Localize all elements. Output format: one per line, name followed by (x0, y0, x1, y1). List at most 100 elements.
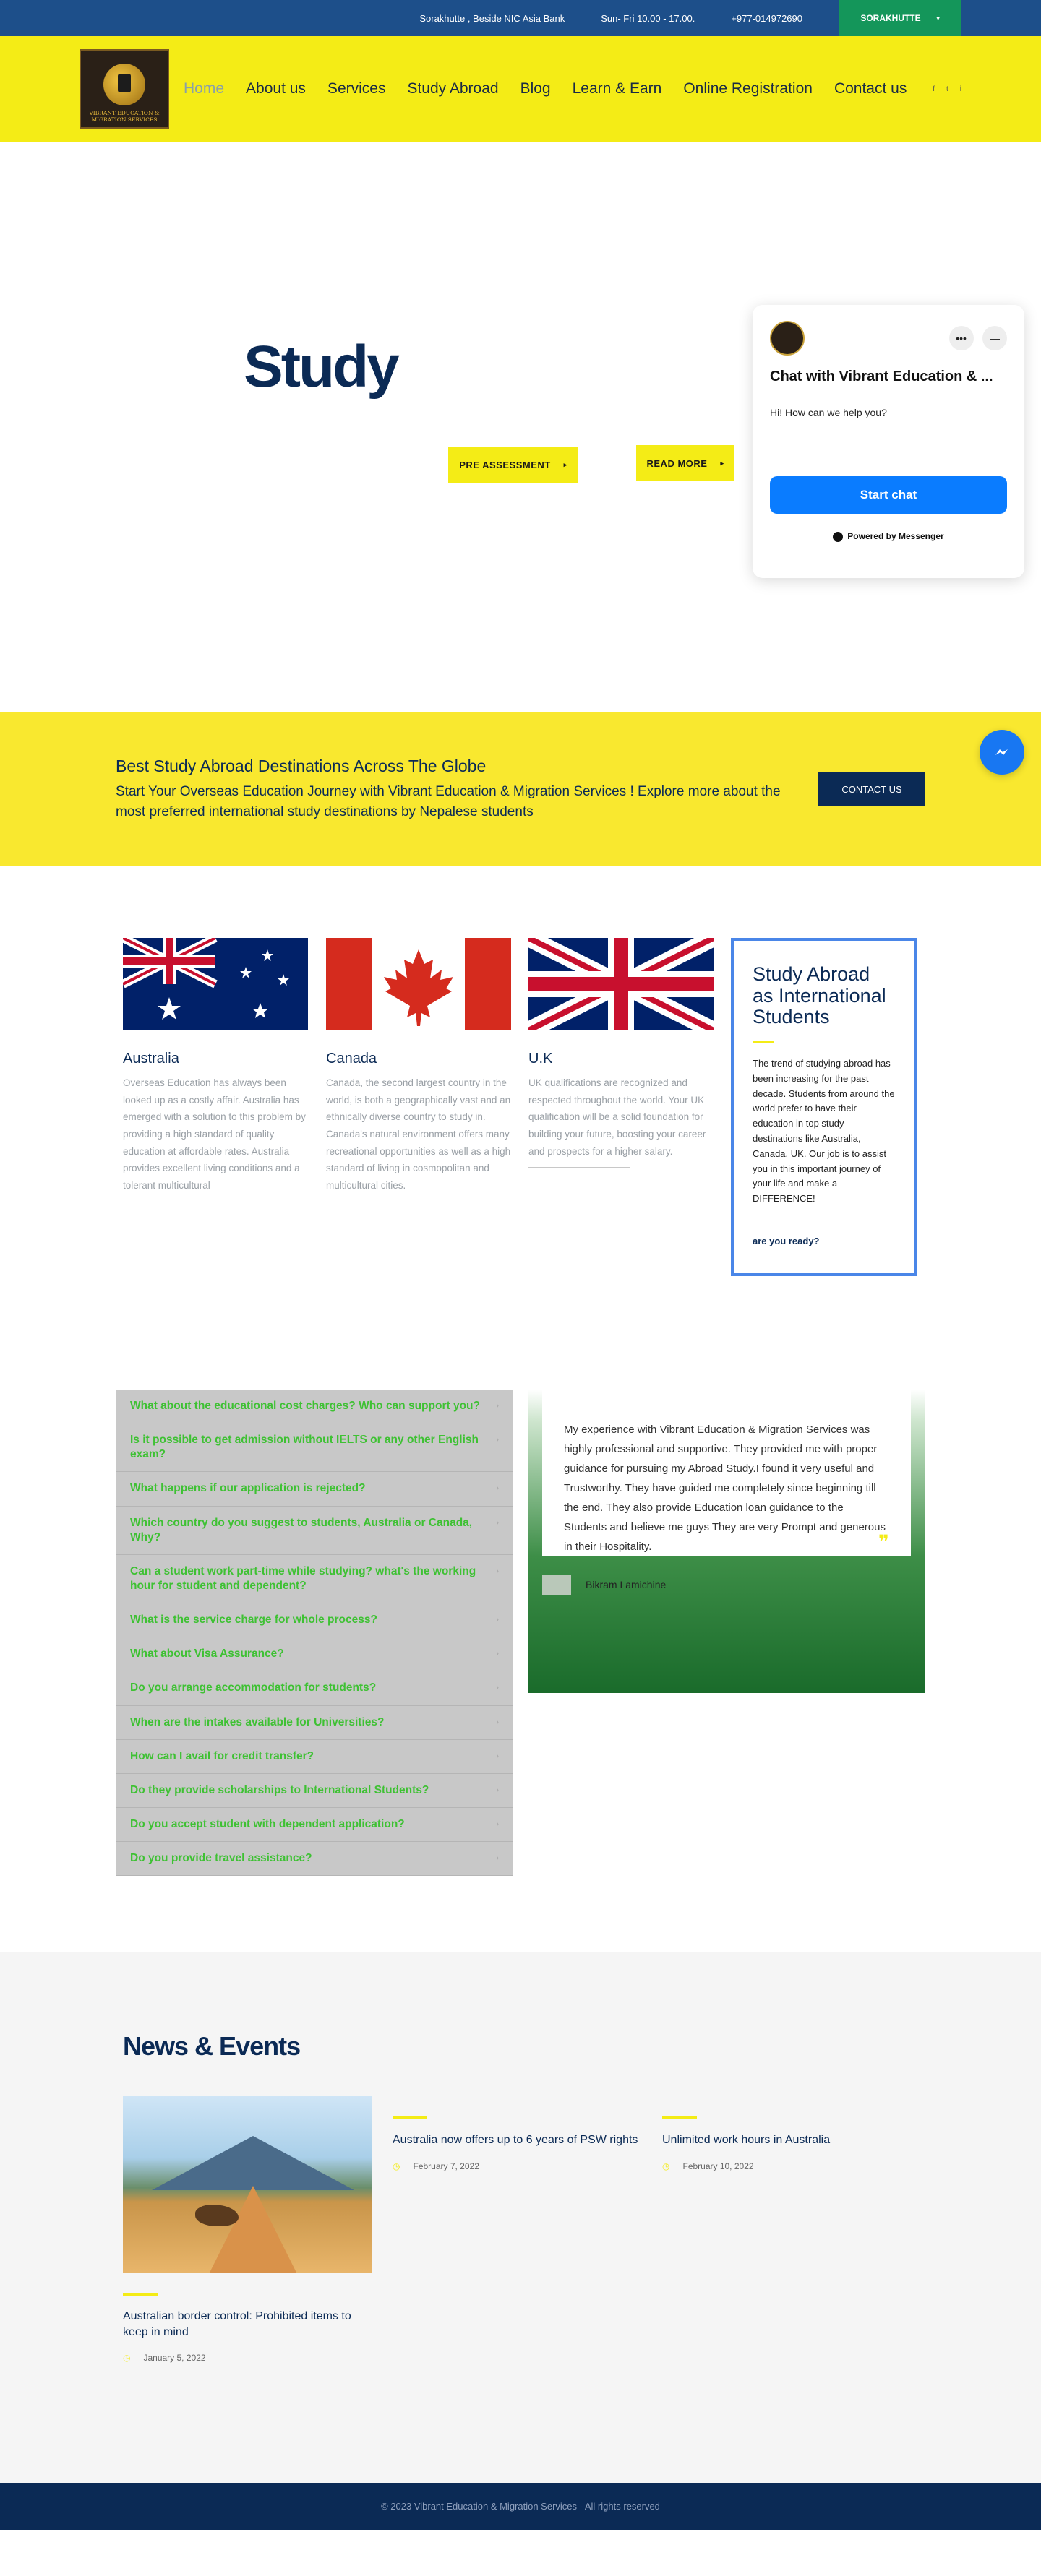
nav-item-about[interactable]: About us (246, 80, 306, 98)
faq-item[interactable]: What happens if our application is rejec… (116, 1472, 513, 1507)
faq-question: Which country do you suggest to students… (130, 1516, 473, 1543)
destinations-section: Australia Overseas Education has always … (0, 866, 1041, 1317)
testimonial-quote: My experience with Vibrant Education & M… (542, 1390, 911, 1556)
destination-desc: Overseas Education has always been looke… (123, 1077, 306, 1191)
news-date: ◷ February 7, 2022 (393, 2161, 641, 2171)
quote-icon: ❞ (878, 1531, 889, 1554)
news-events-section: News & Events Australian border control:… (0, 1952, 1041, 2483)
faq-item[interactable]: Do you arrange accommodation for student… (116, 1671, 513, 1706)
nav-menu: Home About us Services Study Abroad Blog… (184, 80, 928, 98)
faq-item[interactable]: What about the educational cost charges?… (116, 1390, 513, 1424)
faq-item[interactable]: Which country do you suggest to students… (116, 1507, 513, 1555)
contact-us-button[interactable]: CONTACT US (818, 772, 925, 806)
arrow-right-icon: ▸ (563, 460, 567, 468)
address-text: Sorakhutte , Beside NIC Asia Bank (419, 12, 565, 24)
australia-flag-image (123, 938, 308, 1030)
nav-item-learn-earn[interactable]: Learn & Earn (573, 80, 662, 98)
pre-assessment-button[interactable]: PRE ASSESSMENT ▸ (448, 447, 578, 483)
company-logo[interactable]: VIBRANT EDUCATION & MIGRATION SERVICES (80, 49, 169, 129)
news-title[interactable]: Australian border control: Prohibited it… (123, 2309, 372, 2340)
globe-icon (103, 64, 145, 105)
destination-card-australia[interactable]: Australia Overseas Education has always … (123, 938, 308, 1194)
page-avatar (770, 321, 805, 356)
nav-item-contact[interactable]: Contact us (834, 80, 907, 98)
read-more-button[interactable]: READ MORE ▸ (636, 445, 734, 481)
accent-bar (393, 2116, 427, 2119)
instagram-icon[interactable]: i (960, 85, 961, 93)
messenger-launcher-icon[interactable] (980, 730, 1024, 775)
news-card[interactable]: Australia now offers up to 6 years of PS… (393, 2096, 641, 2171)
destination-card-canada[interactable]: Canada Canada, the second largest countr… (326, 938, 511, 1194)
news-date: ◷ February 10, 2022 (662, 2161, 911, 2171)
branch-selector[interactable]: SORAKHUTTE ▾ (839, 0, 961, 36)
cta-heading: Best Study Abroad Destinations Across Th… (116, 756, 487, 775)
faq-question: What happens if our application is rejec… (130, 1482, 366, 1495)
chevron-icon: › (496, 1567, 499, 1575)
infobox-title: Study Abroad as International Students (753, 963, 886, 1028)
accent-bar (662, 2116, 697, 2119)
faq-item[interactable]: Is it possible to get admission without … (116, 1423, 513, 1473)
hero-title: Study (244, 334, 400, 400)
faq-item[interactable]: How can I avail for credit transfer? › (116, 1740, 513, 1774)
nav-item-home[interactable]: Home (184, 80, 224, 98)
infobox-text: The trend of studying abroad has been in… (753, 1058, 895, 1205)
news-date-label: February 10, 2022 (682, 2161, 754, 2171)
chat-greeting: Hi! How can we help you? (770, 407, 887, 418)
are-you-ready-label: are you ready? (753, 1236, 820, 1247)
phone-text[interactable]: +977-014972690 (731, 13, 802, 24)
news-card[interactable]: Australian border control: Prohibited it… (123, 2096, 372, 2363)
chevron-icon: › (496, 1616, 499, 1624)
facebook-icon[interactable]: f (933, 85, 935, 93)
pre-assessment-label: PRE ASSESSMENT (459, 459, 551, 470)
faq-testimonial-section: What about the educational cost charges?… (0, 1317, 1041, 1952)
nav-item-blog[interactable]: Blog (520, 80, 551, 98)
arrow-right-icon: ▸ (720, 459, 724, 467)
more-options-icon[interactable]: ••• (948, 326, 974, 350)
nav-item-online-registration[interactable]: Online Registration (683, 80, 813, 98)
destination-desc: UK qualifications are recognized and res… (528, 1077, 706, 1157)
messenger-chat-widget: ••• — Chat with Vibrant Education & ... … (753, 305, 1024, 578)
branch-label: SORAKHUTTE (860, 13, 921, 23)
news-card[interactable]: Unlimited work hours in Australia ◷ Febru… (662, 2096, 911, 2171)
destination-card-uk[interactable]: U.K UK qualifications are recognized and… (528, 938, 714, 1168)
news-title[interactable]: Australia now offers up to 6 years of PS… (393, 2132, 641, 2148)
are-you-ready-link[interactable]: are you ready? (753, 1236, 896, 1246)
logo-text: VIBRANT EDUCATION & MIGRATION SERVICES (89, 110, 160, 123)
start-chat-button[interactable]: Start chat (770, 476, 1007, 514)
chevron-icon: › (496, 1650, 499, 1658)
nav-item-services[interactable]: Services (327, 80, 386, 98)
minimize-icon[interactable]: — (982, 326, 1007, 350)
nav-item-study-abroad[interactable]: Study Abroad (407, 80, 498, 98)
hero-section: Study PRE ASSESSMENT ▸ READ MORE ▸ ••• —… (0, 142, 1041, 775)
faq-item[interactable]: Do you provide travel assistance? › (116, 1842, 513, 1877)
faq-question: What about Visa Assurance? (130, 1647, 284, 1660)
messenger-small-icon (833, 531, 844, 542)
faq-question: Do you provide travel assistance? (130, 1852, 312, 1865)
faq-item[interactable]: Do you accept student with dependent app… (116, 1808, 513, 1843)
read-more-label: READ MORE (646, 457, 708, 469)
news-title[interactable]: Unlimited work hours in Australia (662, 2132, 911, 2148)
faq-item[interactable]: What about Visa Assurance? › (116, 1637, 513, 1672)
destination-name: U.K (528, 1051, 553, 1067)
testimonial-author: Bikram Lamichine (542, 1575, 666, 1595)
twitter-icon[interactable]: t (946, 85, 948, 93)
faq-question: Is it possible to get admission without … (130, 1434, 479, 1461)
chevron-icon: › (496, 1402, 499, 1410)
chevron-icon: › (496, 1684, 499, 1692)
faq-question: What is the service charge for whole pro… (130, 1614, 377, 1627)
social-links: f t i (933, 85, 961, 93)
cta-text: Start Your Overseas Education Journey wi… (116, 783, 781, 819)
faq-item[interactable]: What is the service charge for whole pro… (116, 1603, 513, 1638)
news-date-label: February 7, 2022 (413, 2161, 479, 2171)
calendar-icon: ◷ (123, 2353, 131, 2364)
destination-desc: Canada, the second largest country in th… (326, 1077, 511, 1191)
chat-title: Chat with Vibrant Education & ... (770, 369, 993, 384)
hours-text: Sun- Fri 10.00 - 17.00. (601, 12, 695, 24)
faq-item[interactable]: Can a student work part-time while study… (116, 1555, 513, 1604)
main-navbar: VIBRANT EDUCATION & MIGRATION SERVICES H… (0, 36, 1041, 142)
faq-item[interactable]: Do they provide scholarships to Internat… (116, 1774, 513, 1808)
faq-item[interactable]: When are the intakes available for Unive… (116, 1706, 513, 1740)
faq-question: Do you arrange accommodation for student… (130, 1681, 377, 1694)
divider (528, 1167, 630, 1168)
chevron-icon: › (496, 1785, 499, 1794)
